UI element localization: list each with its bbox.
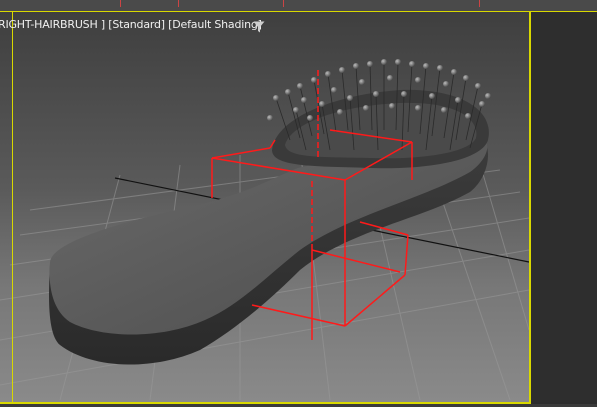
side-panel: [531, 12, 597, 402]
viewport-label[interactable]: RIGHT-HAIRBRUSH ] [Standard] [Default Sh…: [0, 18, 262, 31]
viewport-active-border: [12, 12, 13, 404]
perspective-viewport[interactable]: RIGHT-HAIRBRUSH ] [Standard] [Default Sh…: [0, 12, 531, 404]
viewport-scene[interactable]: [0, 12, 529, 402]
app-window: RIGHT-HAIRBRUSH ] [Standard] [Default Sh…: [0, 0, 597, 407]
viewport-view-name[interactable]: RIGHT-HAIRBRUSH ]: [0, 18, 105, 31]
viewport-standard-menu[interactable]: [Standard]: [108, 18, 165, 31]
viewport-shading-menu[interactable]: [Default Shading]: [168, 18, 262, 31]
filter-icon[interactable]: [253, 21, 265, 33]
timeline-tick: [120, 0, 121, 7]
timeline-tick: [178, 0, 179, 7]
top-toolbar-strip: [0, 0, 597, 12]
timeline-tick: [283, 0, 284, 7]
timeline-tick: [479, 0, 480, 7]
